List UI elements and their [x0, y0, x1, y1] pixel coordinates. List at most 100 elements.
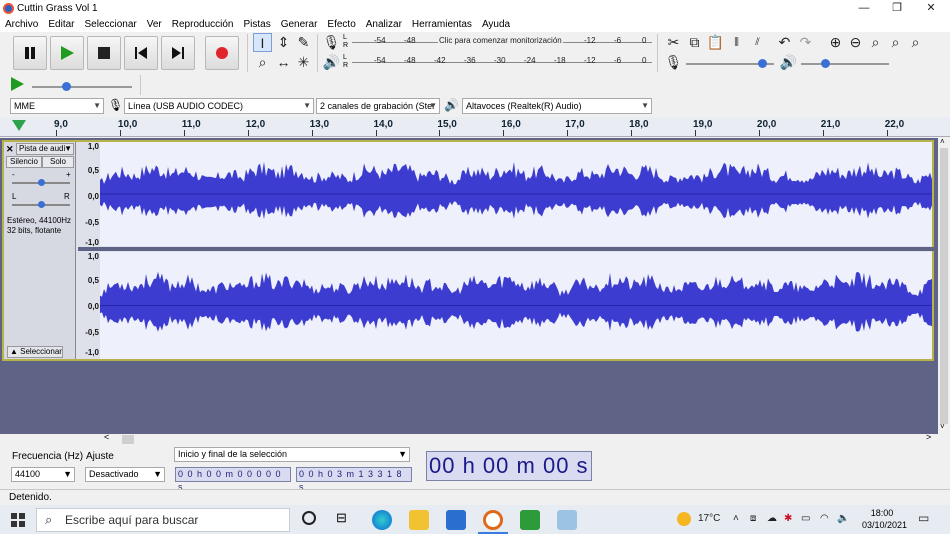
fit-selection-icon[interactable]: ⌕	[866, 33, 885, 52]
vertical-scrollbar[interactable]: ˄ ˅	[938, 137, 950, 434]
mail-icon[interactable]	[446, 510, 466, 530]
maximize-button[interactable]: ❐	[881, 0, 913, 17]
taskbar-search-box[interactable]: ⌕ Escribe aquí para buscar	[36, 508, 290, 532]
menu-archivo[interactable]: Archivo	[0, 17, 43, 31]
zoom-tool-icon[interactable]: ⌕	[253, 53, 272, 72]
menu-analizar[interactable]: Analizar	[361, 17, 407, 31]
undo-icon[interactable]: ↶	[775, 33, 794, 52]
weather-icon[interactable]	[677, 512, 691, 526]
play-at-speed-button[interactable]	[10, 77, 24, 94]
copy-icon[interactable]: ⧉	[685, 33, 704, 52]
scroll-down-icon[interactable]: ˅	[940, 422, 945, 431]
task-view-icon[interactable]	[302, 511, 316, 525]
skip-start-button[interactable]	[124, 36, 158, 70]
speed-slider[interactable]	[32, 82, 132, 91]
menu-editar[interactable]: Editar	[43, 17, 79, 31]
zoom-out-icon[interactable]: ⊖	[846, 33, 865, 52]
silence-icon[interactable]: ⫽	[748, 33, 767, 52]
volume-icon[interactable]: 🔈	[837, 513, 849, 524]
minimize-button[interactable]: —	[848, 0, 880, 17]
timeshift-tool-icon[interactable]: ↔	[274, 53, 293, 72]
publisher-icon[interactable]	[520, 510, 540, 530]
project-rate-select[interactable]: 44100 ▼	[11, 467, 75, 482]
gain-slider[interactable]	[12, 179, 70, 186]
scroll-up-icon[interactable]: ˄	[940, 137, 945, 146]
menu-herramientas[interactable]: Herramientas	[407, 17, 477, 31]
play-button[interactable]	[50, 36, 84, 70]
output-device-select[interactable]: Altavoces (Realtek(R) Audio) ▼	[462, 98, 652, 114]
slider-thumb[interactable]	[62, 82, 71, 91]
menu-reproduccion[interactable]: Reproducción	[167, 17, 239, 31]
scroll-right-icon[interactable]: >	[926, 432, 931, 442]
skip-end-button[interactable]	[161, 36, 195, 70]
timeline-ruler[interactable]: 9,0 10,0 11,0 12,0 13,0 14,0 15,0 16,0 17,0 18,0 1…	[0, 117, 950, 137]
stop-button[interactable]	[87, 36, 121, 70]
mute-button[interactable]: Silencio	[6, 156, 42, 168]
selection-end-time[interactable]: 0 0 h 0 3 m 1 3 3 1 8 s	[296, 467, 412, 492]
antivirus-icon[interactable]: ✱	[784, 513, 792, 524]
microphone-icon[interactable]: 🎙	[322, 33, 341, 52]
menu-ayuda[interactable]: Ayuda	[477, 17, 515, 31]
paint-icon[interactable]	[557, 510, 577, 530]
widgets-icon[interactable]: ⊟	[336, 510, 347, 526]
battery-icon[interactable]: ▭	[801, 513, 810, 524]
track-name-menu[interactable]: Pista de audi ▼	[16, 143, 74, 155]
menu-seleccionar[interactable]: Seleccionar	[79, 17, 141, 31]
slider-thumb[interactable]	[821, 59, 830, 68]
slider-thumb[interactable]	[38, 179, 45, 186]
redo-icon[interactable]: ↷	[796, 33, 815, 52]
record-meter[interactable]: -54 -48 Clic para comenzar monitorizació…	[352, 36, 652, 48]
slider-thumb[interactable]	[758, 59, 767, 68]
speaker-icon[interactable]: 🔊	[322, 53, 341, 72]
record-button[interactable]	[205, 36, 239, 70]
tray-chevron-icon[interactable]: ˄	[733, 513, 739, 524]
playback-volume-slider[interactable]	[801, 59, 889, 68]
trim-icon[interactable]: ⫼	[727, 33, 746, 52]
playback-meter[interactable]: -54 -48 -42 -36 -30 -24 -18 -12 -6 0	[352, 56, 652, 68]
scroll-thumb[interactable]	[940, 148, 948, 424]
slider-thumb[interactable]	[38, 201, 45, 208]
tray-app-icon[interactable]: ⧈	[750, 513, 756, 524]
track-close-icon[interactable]: ✕	[6, 144, 14, 155]
pause-button[interactable]	[13, 36, 47, 70]
envelope-tool-icon[interactable]: ⇕	[274, 33, 293, 52]
fit-project-icon[interactable]: ⌕	[886, 33, 905, 52]
solo-button[interactable]: Solo	[42, 156, 74, 168]
zoom-toggle-icon[interactable]: ⌕	[906, 33, 925, 52]
track-select-button[interactable]: ▲ Seleccionar	[7, 346, 63, 358]
selection-start-time[interactable]: 0 0 h 0 0 m 0 0 0 0 0 s	[175, 467, 291, 492]
selection-tool-icon[interactable]: I	[253, 33, 272, 52]
channels-select[interactable]: 2 canales de grabación (Ster ▼	[316, 98, 440, 114]
audio-host-select[interactable]: MME ▼	[10, 98, 104, 114]
record-volume-slider[interactable]	[686, 59, 774, 68]
selection-mode-select[interactable]: Inicio y final de la selección ▼	[174, 447, 410, 462]
snap-select[interactable]: Desactivado ▼	[85, 467, 165, 482]
zoom-in-icon[interactable]: ⊕	[826, 33, 845, 52]
menu-efecto[interactable]: Efecto	[322, 17, 360, 31]
windows-start-icon[interactable]	[11, 513, 25, 527]
waveform-left-channel[interactable]	[100, 142, 932, 246]
horizontal-scrollbar[interactable]: < >	[100, 432, 938, 445]
edge-browser-icon[interactable]	[372, 510, 392, 530]
draw-tool-icon[interactable]: ✎	[294, 33, 313, 52]
menu-ver[interactable]: Ver	[142, 17, 167, 31]
audacity-taskbar-icon[interactable]	[483, 510, 503, 530]
pan-slider[interactable]	[12, 201, 70, 208]
scroll-thumb[interactable]	[122, 435, 134, 444]
multi-tool-icon[interactable]: ✳	[294, 53, 313, 72]
input-device-select[interactable]: Línea (USB AUDIO CODEC) ▼	[124, 98, 314, 114]
tracks-panel[interactable]: ✕ Pista de audi ▼ Silencio Solo - + L R E…	[0, 138, 938, 434]
notifications-icon[interactable]: ▭	[918, 511, 929, 525]
taskbar-clock[interactable]: 18:00 03/10/2021	[862, 507, 907, 531]
onedrive-icon[interactable]: ☁	[767, 513, 777, 524]
scroll-left-icon[interactable]: <	[104, 432, 109, 442]
menu-generar[interactable]: Generar	[276, 17, 323, 31]
wifi-icon[interactable]: ◠	[820, 513, 829, 524]
cut-icon[interactable]: ✂	[664, 33, 683, 52]
paste-icon[interactable]: 📋	[706, 33, 725, 52]
close-button[interactable]: ✕	[915, 0, 947, 17]
audio-track[interactable]: ✕ Pista de audi ▼ Silencio Solo - + L R E…	[2, 140, 934, 361]
audio-position-display[interactable]: 00 h 00 m 00 s	[426, 451, 592, 481]
file-explorer-icon[interactable]	[409, 510, 429, 530]
waveform-right-channel[interactable]	[100, 252, 932, 359]
